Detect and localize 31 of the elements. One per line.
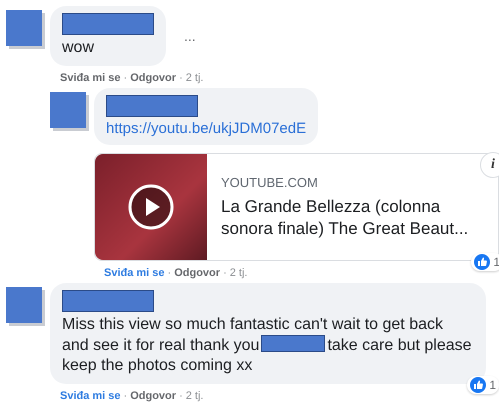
link-title: La Grande Bellezza (colonna sonora finale) The Great Beaut...	[221, 196, 470, 240]
like-link[interactable]: Sviđa mi se	[60, 390, 121, 402]
link-domain: YOUTUBE.COM	[221, 174, 319, 190]
reaction-count[interactable]: 1	[471, 253, 499, 271]
like-icon	[474, 254, 490, 270]
reply-link[interactable]: Odgovor	[174, 267, 220, 279]
like-link[interactable]: Sviđa mi se	[60, 72, 121, 84]
like-icon	[470, 377, 486, 393]
comment-time: 2 tj.	[186, 72, 204, 84]
reply-link[interactable]: Odgovor	[130, 390, 176, 402]
comment-text: Miss this view so much fantastic can't wait to get back and see it for real thank you take care but please keep the photos coming xx	[62, 315, 473, 376]
separator-dot: ·	[168, 267, 172, 279]
like-link[interactable]: Sviđa mi se	[104, 267, 165, 279]
separator-dot: ·	[124, 390, 128, 402]
video-link[interactable]: https://youtu.be/ukjJDM07edE	[106, 120, 306, 137]
reaction-count[interactable]: 1	[467, 376, 499, 394]
play-icon[interactable]	[128, 184, 174, 230]
separator-dot: ·	[124, 72, 128, 84]
redacted-name	[261, 335, 326, 352]
separator-dot: ·	[179, 72, 183, 84]
comment-text: wow	[62, 38, 96, 58]
avatar[interactable]	[6, 10, 42, 46]
info-button[interactable]: i	[480, 152, 499, 178]
separator-dot: ·	[179, 390, 183, 402]
separator-dot: ·	[223, 267, 227, 279]
comment-time: 2 tj.	[230, 267, 248, 279]
avatar[interactable]	[6, 287, 42, 323]
avatar[interactable]	[50, 92, 86, 128]
reply-link[interactable]: Odgovor	[130, 72, 176, 84]
comment-time: 2 tj.	[186, 390, 204, 402]
more-options[interactable]: ...	[184, 28, 196, 44]
